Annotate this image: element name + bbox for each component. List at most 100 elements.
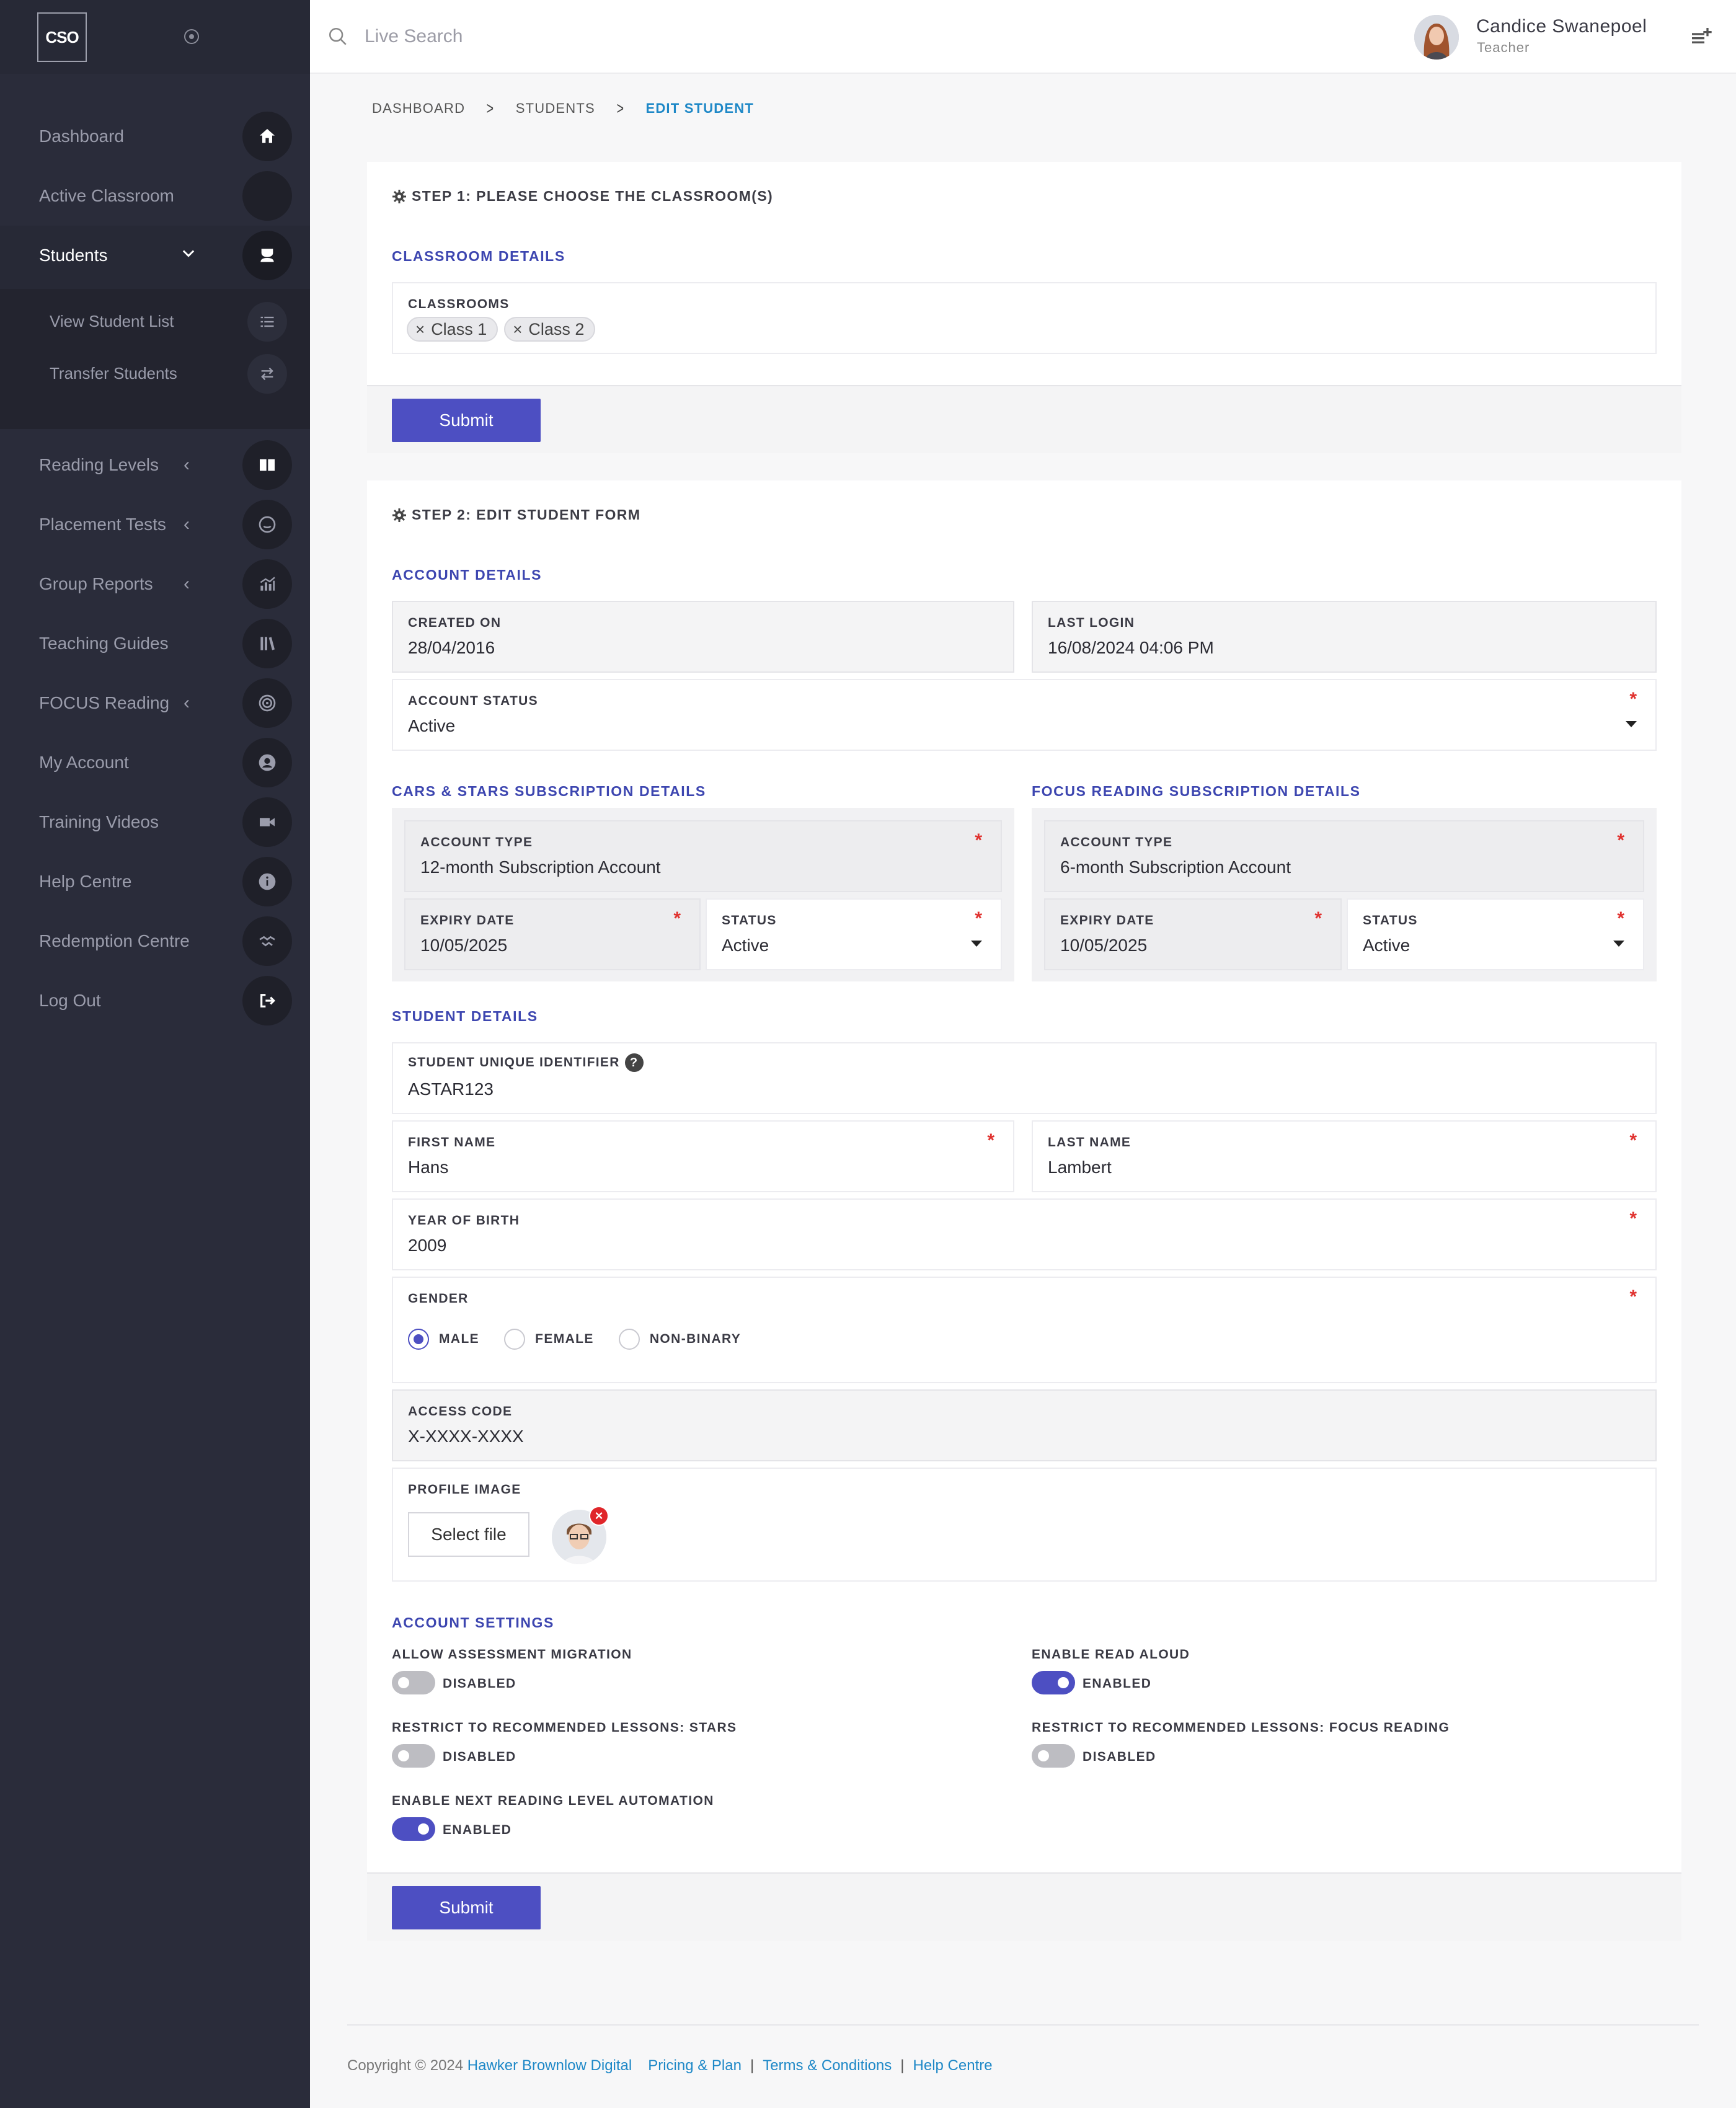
- required-marker: *: [1629, 689, 1637, 709]
- focus-expiry-date-field: Expiry Date 10/05/2025 *: [1044, 898, 1342, 970]
- sidebar-toggle-icon[interactable]: [184, 29, 199, 44]
- guides-icon: [242, 619, 292, 668]
- caret-down-icon: [1613, 941, 1624, 947]
- gender-radio-male[interactable]: Male: [408, 1329, 479, 1350]
- add-list-icon[interactable]: [1689, 25, 1714, 50]
- tag-label: Class 2: [528, 319, 585, 339]
- allow-migration-state: Disabled: [443, 1676, 516, 1691]
- radio-dot[interactable]: [504, 1329, 526, 1350]
- sidebar-item-focus-reading[interactable]: FOCUS Reading ‹: [0, 673, 310, 733]
- sidebar-subitem-view-student-list[interactable]: View Student List: [0, 297, 310, 349]
- search-input[interactable]: [365, 22, 675, 51]
- sidebar-item-label: Log Out: [39, 991, 101, 1010]
- sidebar-item-label: FOCUS Reading: [39, 693, 170, 712]
- submit-button[interactable]: Submit: [392, 399, 541, 442]
- next-level-toggle[interactable]: [392, 1817, 435, 1841]
- step1-title-text: Step 1: Please choose the classroom(s): [412, 188, 774, 204]
- breadcrumb-students[interactable]: Students: [516, 100, 595, 117]
- radio-dot[interactable]: [408, 1329, 429, 1350]
- classroom-tag[interactable]: × Class 2: [504, 317, 596, 342]
- student-uid-field[interactable]: Student Unique Identifier? ASTAR123: [392, 1042, 1657, 1114]
- chevron-down-icon: [180, 244, 197, 267]
- first-name-value[interactable]: Hans: [408, 1158, 448, 1177]
- classroom-details-heading: Classroom Details: [392, 248, 565, 264]
- focus-status-select[interactable]: Status Active *: [1347, 898, 1644, 970]
- sidebar-item-log-out[interactable]: Log Out: [0, 971, 310, 1030]
- focus-reading-heading: FOCUS Reading Subscription Details: [1032, 783, 1361, 799]
- sidebar-item-training-videos[interactable]: Training Videos: [0, 792, 310, 852]
- classroom-tag[interactable]: × Class 1: [407, 317, 498, 342]
- chevron-left-icon: ‹: [184, 514, 190, 534]
- year-of-birth-field[interactable]: Year of Birth 2009 *: [392, 1198, 1657, 1270]
- help-centre-link[interactable]: Help Centre: [913, 2057, 993, 2075]
- sidebar-item-help-centre[interactable]: Help Centre: [0, 852, 310, 911]
- read-aloud-toggle[interactable]: [1032, 1671, 1075, 1694]
- remove-tag-icon[interactable]: ×: [513, 320, 522, 339]
- account-type-value: 6-month Subscription Account: [1060, 857, 1291, 877]
- last-name-field[interactable]: Last Name Lambert *: [1032, 1120, 1657, 1192]
- search-icon[interactable]: [327, 26, 348, 47]
- required-marker: *: [975, 830, 982, 851]
- sidebar-subitem-transfer-students[interactable]: Transfer Students: [0, 349, 310, 401]
- sidebar-item-label: Redemption Centre: [39, 931, 190, 950]
- user-icon: [242, 738, 292, 787]
- allow-migration-toggle[interactable]: [392, 1671, 435, 1694]
- gender-radio-female[interactable]: Female: [504, 1329, 594, 1350]
- cars-account-type-field: Account Type 12-month Subscription Accou…: [404, 820, 1002, 892]
- gender-radio-group: Male Female Non-Binary: [408, 1329, 766, 1350]
- remove-image-button[interactable]: ×: [589, 1506, 609, 1526]
- restrict-focus-state: Disabled: [1083, 1750, 1156, 1764]
- restrict-stars-toggle[interactable]: [392, 1744, 435, 1768]
- next-level-state: Enabled: [443, 1823, 512, 1837]
- sidebar: CSO Dashboard Active Classroom View Stud…: [0, 0, 310, 2108]
- restrict-focus-toggle[interactable]: [1032, 1744, 1075, 1768]
- transfer-icon: [247, 354, 287, 394]
- sidebar-item-dashboard[interactable]: Dashboard: [0, 107, 310, 166]
- logo[interactable]: CSO: [37, 12, 87, 62]
- help-icon[interactable]: ?: [624, 1053, 644, 1072]
- last-name-value[interactable]: Lambert: [1048, 1158, 1112, 1177]
- sidebar-item-students[interactable]: Students: [0, 226, 310, 285]
- cars-status-select[interactable]: Status Active *: [706, 898, 1002, 970]
- sidebar-item-teaching-guides[interactable]: Teaching Guides: [0, 614, 310, 673]
- radio-dot[interactable]: [618, 1329, 640, 1350]
- account-status-select[interactable]: Account Status Active *: [392, 679, 1657, 751]
- student-uid-value[interactable]: ASTAR123: [408, 1079, 494, 1099]
- remove-tag-icon[interactable]: ×: [415, 320, 425, 339]
- topbar: Candice Swanepoel Teacher: [310, 0, 1736, 74]
- avatar[interactable]: [1414, 15, 1459, 60]
- sidebar-item-my-account[interactable]: My Account: [0, 733, 310, 792]
- first-name-field[interactable]: First Name Hans *: [392, 1120, 1014, 1192]
- step2-title: Step 2: Edit Student Form: [392, 507, 640, 523]
- sidebar-item-placement-tests[interactable]: Placement Tests ‹: [0, 495, 310, 554]
- company-link[interactable]: Hawker Brownlow Digital: [467, 2057, 632, 2075]
- submit-button[interactable]: Submit: [392, 1886, 541, 1929]
- classrooms-field[interactable]: Classrooms × Class 1 × Class 2: [392, 282, 1657, 354]
- created-on-value: 28/04/2016: [408, 638, 495, 657]
- breadcrumb-dashboard[interactable]: Dashboard: [372, 100, 465, 117]
- chevron-left-icon: ‹: [184, 454, 190, 475]
- classroom-tags: × Class 1 × Class 2: [407, 317, 601, 342]
- gender-radio-non-binary[interactable]: Non-Binary: [618, 1329, 741, 1350]
- user-name[interactable]: Candice Swanepoel: [1476, 16, 1647, 37]
- account-type-value: 12-month Subscription Account: [420, 857, 661, 877]
- focus-reading-panel: Account Type 6-month Subscription Accoun…: [1032, 808, 1657, 981]
- pricing-link[interactable]: Pricing & Plan: [648, 2057, 742, 2075]
- student-uid-label: Student Unique Identifier?: [408, 1053, 644, 1072]
- required-marker: *: [673, 908, 681, 929]
- step1-footer: Submit: [367, 385, 1681, 453]
- select-file-button[interactable]: Select file: [408, 1512, 529, 1557]
- breadcrumb: Dashboard > Students > Edit Student: [372, 99, 754, 118]
- required-marker: *: [1617, 908, 1624, 929]
- year-of-birth-value[interactable]: 2009: [408, 1236, 446, 1256]
- sidebar-item-redemption-centre[interactable]: Redemption Centre: [0, 911, 310, 971]
- footer-separator: |: [750, 2057, 755, 2074]
- sidebar-item-active-classroom[interactable]: Active Classroom: [0, 166, 310, 226]
- sidebar-item-group-reports[interactable]: Group Reports ‹: [0, 554, 310, 614]
- restrict-stars-label: Restrict to recommended lessons: Stars: [392, 1720, 737, 1735]
- read-aloud-label: Enable Read Aloud: [1032, 1647, 1190, 1662]
- terms-link[interactable]: Terms & Conditions: [763, 2057, 892, 2075]
- sidebar-item-label: Placement Tests: [39, 515, 166, 534]
- footer: Copyright © 2024 Hawker Brownlow Digital…: [347, 2057, 993, 2075]
- sidebar-item-reading-levels[interactable]: Reading Levels ‹: [0, 435, 310, 495]
